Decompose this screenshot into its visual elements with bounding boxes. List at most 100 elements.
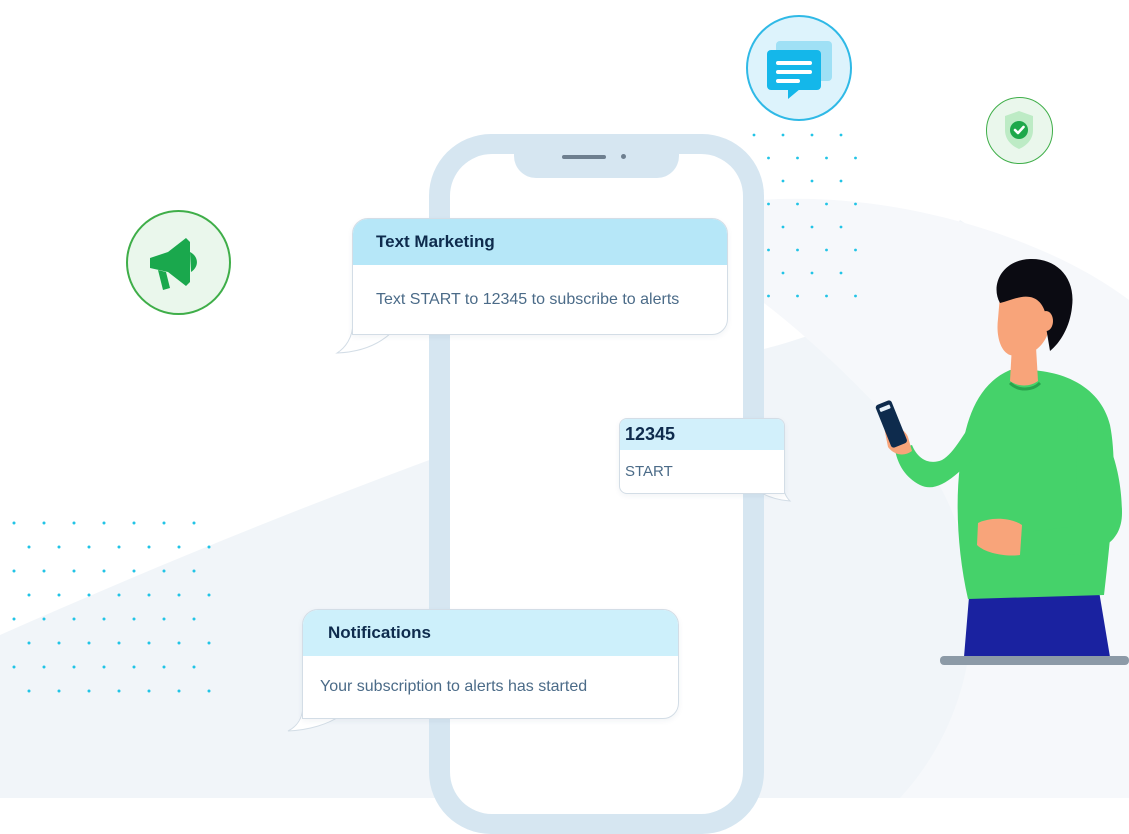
reply-text: START (625, 463, 673, 480)
decor-dot (12, 521, 16, 525)
decor-dot (839, 225, 843, 229)
message-bubble-notification: Notifications Your subscription to alert… (302, 609, 679, 719)
megaphone-badge (126, 210, 231, 315)
decor-dot (207, 641, 211, 645)
decor-dot (147, 689, 151, 693)
decor-dot (147, 593, 151, 597)
decor-dot (57, 641, 61, 645)
decor-dot (132, 569, 136, 573)
decor-dot (87, 689, 91, 693)
decor-dot (810, 133, 814, 137)
notification-text: Your subscription to alerts has started (320, 678, 588, 695)
decor-dot (87, 641, 91, 645)
decor-dot (854, 202, 857, 206)
decor-dot (192, 569, 196, 573)
decor-dot (132, 617, 136, 621)
decor-dot (147, 641, 151, 645)
notification-title: Notifications (303, 610, 678, 656)
phone-camera (621, 154, 626, 159)
message-title: Text Marketing (353, 219, 727, 265)
decor-dot (854, 156, 857, 160)
decor-dot (854, 248, 857, 252)
decor-dot (781, 133, 785, 137)
phone-speaker (562, 155, 606, 159)
decor-dot (207, 689, 211, 693)
decor-dot (117, 593, 121, 597)
decor-dot (102, 665, 106, 669)
decor-dot (810, 179, 814, 183)
person-illustration (875, 258, 1122, 657)
dot-pattern-right (752, 133, 857, 298)
decor-dot (839, 271, 843, 275)
decor-dot (162, 617, 166, 621)
decor-dot (162, 665, 166, 669)
decor-dot (825, 248, 828, 252)
decor-dot (810, 225, 814, 229)
decor-dot (810, 271, 814, 275)
decor-dot (132, 665, 136, 669)
decor-dot (117, 545, 121, 549)
decor-dot (781, 179, 785, 183)
message-bubble-reply: 12345 START (619, 418, 785, 494)
decor-dot (825, 156, 828, 160)
chat-icon (767, 41, 832, 99)
decor-dot (57, 545, 61, 549)
floor-shelf (940, 656, 1129, 665)
decor-dot (767, 294, 770, 298)
decor-dot (87, 545, 91, 549)
shield-check-icon (1005, 111, 1033, 149)
decor-dot (132, 521, 136, 525)
decor-dot (72, 569, 76, 573)
decor-dot (192, 665, 196, 669)
decor-dot (27, 545, 31, 549)
decor-dot (796, 156, 799, 160)
decor-dot (825, 294, 828, 298)
shield-badge (986, 97, 1053, 164)
decor-dot (177, 641, 181, 645)
decor-dot (177, 689, 181, 693)
decor-dot (102, 617, 106, 621)
decor-dot (796, 202, 799, 206)
decor-dot (102, 569, 106, 573)
decor-dot (87, 593, 91, 597)
megaphone-icon (150, 238, 197, 290)
decor-dot (767, 248, 770, 252)
decor-dot (72, 617, 76, 621)
decor-dot (162, 569, 166, 573)
message-bubble-marketing: Text Marketing Text START to 12345 to su… (352, 218, 728, 335)
decor-dot (781, 225, 785, 229)
decor-dot (147, 545, 151, 549)
decor-dot (767, 156, 770, 160)
message-text: Text START to 12345 to subscribe to aler… (376, 290, 680, 308)
decor-dot (177, 545, 181, 549)
decor-dot (825, 202, 828, 206)
decor-dot (27, 641, 31, 645)
reply-number: 12345 (620, 419, 784, 450)
decor-dot (42, 521, 46, 525)
decor-dot (12, 665, 16, 669)
decor-dot (839, 133, 843, 137)
decor-dot (767, 202, 770, 206)
decor-dot (177, 593, 181, 597)
decor-dot (57, 593, 61, 597)
decor-dot (192, 521, 196, 525)
decor-dot (207, 593, 211, 597)
decor-dot (192, 617, 196, 621)
decor-dot (781, 271, 785, 275)
decor-dot (42, 665, 46, 669)
decor-dot (207, 545, 211, 549)
chat-badge (746, 15, 852, 121)
decor-dot (12, 617, 16, 621)
decor-dot (839, 179, 843, 183)
decor-dot (42, 617, 46, 621)
phone-notch (514, 134, 679, 178)
decor-dot (117, 689, 121, 693)
decor-dot (796, 248, 799, 252)
dot-pattern-left (12, 521, 211, 693)
decor-dot (117, 641, 121, 645)
decor-dot (854, 294, 857, 298)
decor-dot (27, 689, 31, 693)
decor-dot (57, 689, 61, 693)
decor-dot (796, 294, 799, 298)
decor-dot (72, 665, 76, 669)
